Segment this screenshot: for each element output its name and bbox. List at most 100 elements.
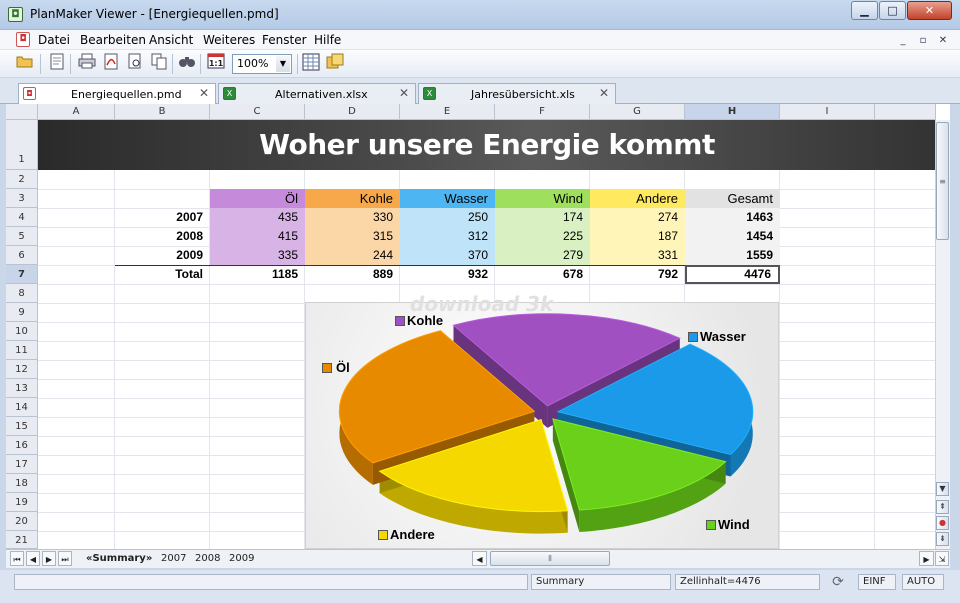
sheet-tab-2007[interactable]: 2007 bbox=[155, 550, 192, 567]
column-header-h[interactable]: H bbox=[685, 104, 780, 120]
status-insert-mode[interactable]: EINF bbox=[858, 574, 896, 590]
tab-alternativen[interactable]: X Alternativen.xlsx ✕ bbox=[218, 83, 416, 104]
maximize-button[interactable]: □ bbox=[879, 1, 906, 20]
data-cell[interactable]: 1454 bbox=[685, 227, 780, 246]
total-cell[interactable]: 1185 bbox=[210, 265, 305, 284]
total-cell[interactable]: 889 bbox=[305, 265, 400, 284]
data-cell[interactable]: 187 bbox=[590, 227, 685, 246]
row-header[interactable]: 20 bbox=[6, 512, 38, 531]
row-header[interactable]: 9 bbox=[6, 303, 38, 322]
header-cell-wind[interactable]: Wind bbox=[495, 189, 590, 208]
row-header[interactable]: 17 bbox=[6, 455, 38, 474]
header-cell-oel[interactable]: Öl bbox=[210, 189, 305, 208]
row-header[interactable]: 12 bbox=[6, 360, 38, 379]
column-header-j[interactable] bbox=[875, 104, 936, 120]
header-cell-andere[interactable]: Andere bbox=[590, 189, 685, 208]
total-cell[interactable]: 678 bbox=[495, 265, 590, 284]
column-header-f[interactable]: F bbox=[495, 104, 590, 120]
first-sheet-icon[interactable]: ⏮ bbox=[10, 551, 24, 566]
menu-fenster[interactable]: Fenster bbox=[262, 33, 307, 47]
total-cell[interactable]: 792 bbox=[590, 265, 685, 284]
data-cell[interactable]: 415 bbox=[210, 227, 305, 246]
print-preview-icon[interactable] bbox=[124, 53, 146, 75]
menu-datei[interactable]: Datei bbox=[38, 33, 70, 47]
sheet-tab-2008[interactable]: 2008 bbox=[189, 550, 226, 567]
data-cell[interactable]: 279 bbox=[495, 246, 590, 265]
column-header-c[interactable]: C bbox=[210, 104, 305, 120]
recalc-icon[interactable]: ⟳ bbox=[828, 574, 848, 590]
menu-bearbeiten[interactable]: Bearbeiten bbox=[80, 33, 146, 47]
menu-ansicht[interactable]: Ansicht bbox=[149, 33, 193, 47]
status-auto-mode[interactable]: AUTO bbox=[902, 574, 944, 590]
row-header[interactable]: 4 bbox=[6, 208, 38, 227]
row-header[interactable]: 5 bbox=[6, 227, 38, 246]
row-header[interactable]: 3 bbox=[6, 189, 38, 208]
column-header-b[interactable]: B bbox=[115, 104, 210, 120]
scroll-down-icon[interactable]: ▼ bbox=[936, 482, 949, 496]
data-cell[interactable]: 335 bbox=[210, 246, 305, 265]
page-up-icon[interactable]: ⇞ bbox=[936, 500, 949, 514]
scroll-left-icon[interactable]: ◀ bbox=[472, 551, 487, 566]
header-cell-gesamt[interactable]: Gesamt bbox=[685, 189, 780, 208]
sheet-tab-summary[interactable]: «Summary» bbox=[80, 550, 158, 567]
data-cell[interactable]: 250 bbox=[400, 208, 495, 227]
data-cell[interactable]: 435 bbox=[210, 208, 305, 227]
page-down-icon[interactable]: ⇟ bbox=[936, 532, 949, 546]
column-header-e[interactable]: E bbox=[400, 104, 495, 120]
zoom-100-icon[interactable]: 1:1 bbox=[205, 53, 227, 75]
copy-icon[interactable] bbox=[148, 53, 170, 75]
next-sheet-icon[interactable]: ▶ bbox=[42, 551, 56, 566]
data-cell[interactable]: 1463 bbox=[685, 208, 780, 227]
vertical-scroll-thumb[interactable]: ≡ bbox=[936, 122, 949, 240]
sheet-tab-2009[interactable]: 2009 bbox=[223, 550, 260, 567]
print-icon[interactable] bbox=[76, 53, 98, 75]
last-sheet-icon[interactable]: ⏭ bbox=[58, 551, 72, 566]
data-cell[interactable]: 330 bbox=[305, 208, 400, 227]
header-cell-kohle[interactable]: Kohle bbox=[305, 189, 400, 208]
row-header[interactable]: 15 bbox=[6, 417, 38, 436]
column-header-i[interactable]: I bbox=[780, 104, 875, 120]
open-icon[interactable] bbox=[14, 53, 36, 75]
menu-weiteres[interactable]: Weiteres bbox=[203, 33, 255, 47]
row-header[interactable]: 11 bbox=[6, 341, 38, 360]
column-header-a[interactable]: A bbox=[38, 104, 115, 120]
total-cell[interactable]: 932 bbox=[400, 265, 495, 284]
horizontal-scroll-thumb[interactable]: ⦀ bbox=[490, 551, 610, 566]
year-label[interactable]: 2008 bbox=[115, 227, 210, 246]
row-header[interactable]: 7 bbox=[6, 265, 38, 284]
grid-view-icon[interactable] bbox=[300, 53, 322, 75]
split-icon[interactable]: ⇲ bbox=[935, 551, 949, 566]
tab-energiequellen[interactable]: ◘ Energiequellen.pmd ✕ bbox=[18, 83, 216, 105]
close-icon[interactable]: ✕ bbox=[199, 86, 209, 100]
pdf-export-icon[interactable] bbox=[100, 53, 122, 75]
row-header[interactable]: 14 bbox=[6, 398, 38, 417]
sheet-title-banner[interactable]: Woher unsere Energie kommt bbox=[38, 120, 936, 170]
data-cell[interactable]: 1559 bbox=[685, 246, 780, 265]
total-label[interactable]: Total bbox=[115, 265, 210, 284]
close-button[interactable]: ✕ bbox=[907, 1, 952, 20]
doc-restore-button[interactable]: ▫ bbox=[914, 33, 932, 48]
row-header[interactable]: 8 bbox=[6, 284, 38, 303]
menu-hilfe[interactable]: Hilfe bbox=[314, 33, 341, 47]
data-cell[interactable]: 244 bbox=[305, 246, 400, 265]
scroll-right-icon[interactable]: ▶ bbox=[919, 551, 934, 566]
data-cell[interactable]: 274 bbox=[590, 208, 685, 227]
row-header[interactable]: 18 bbox=[6, 474, 38, 493]
minimize-button[interactable]: ▁ bbox=[851, 1, 878, 20]
sheets-icon[interactable] bbox=[324, 53, 346, 75]
chevron-down-icon[interactable]: ▼ bbox=[276, 56, 290, 72]
year-label[interactable]: 2007 bbox=[115, 208, 210, 227]
data-cell[interactable]: 312 bbox=[400, 227, 495, 246]
zoom-select[interactable]: 100% ▼ bbox=[232, 54, 292, 74]
row-header[interactable]: 1 bbox=[6, 120, 38, 170]
prev-sheet-icon[interactable]: ◀ bbox=[26, 551, 40, 566]
tab-jahresuebersicht[interactable]: X Jahresübersicht.xls ✕ bbox=[418, 83, 616, 104]
row-header[interactable]: 2 bbox=[6, 170, 38, 189]
row-header[interactable]: 21 bbox=[6, 531, 38, 549]
close-icon[interactable]: ✕ bbox=[599, 86, 609, 100]
data-cell[interactable]: 315 bbox=[305, 227, 400, 246]
column-header-g[interactable]: G bbox=[590, 104, 685, 120]
doc-close-button[interactable]: ✕ bbox=[934, 33, 952, 48]
row-header[interactable]: 19 bbox=[6, 493, 38, 512]
search-icon[interactable] bbox=[176, 53, 198, 75]
